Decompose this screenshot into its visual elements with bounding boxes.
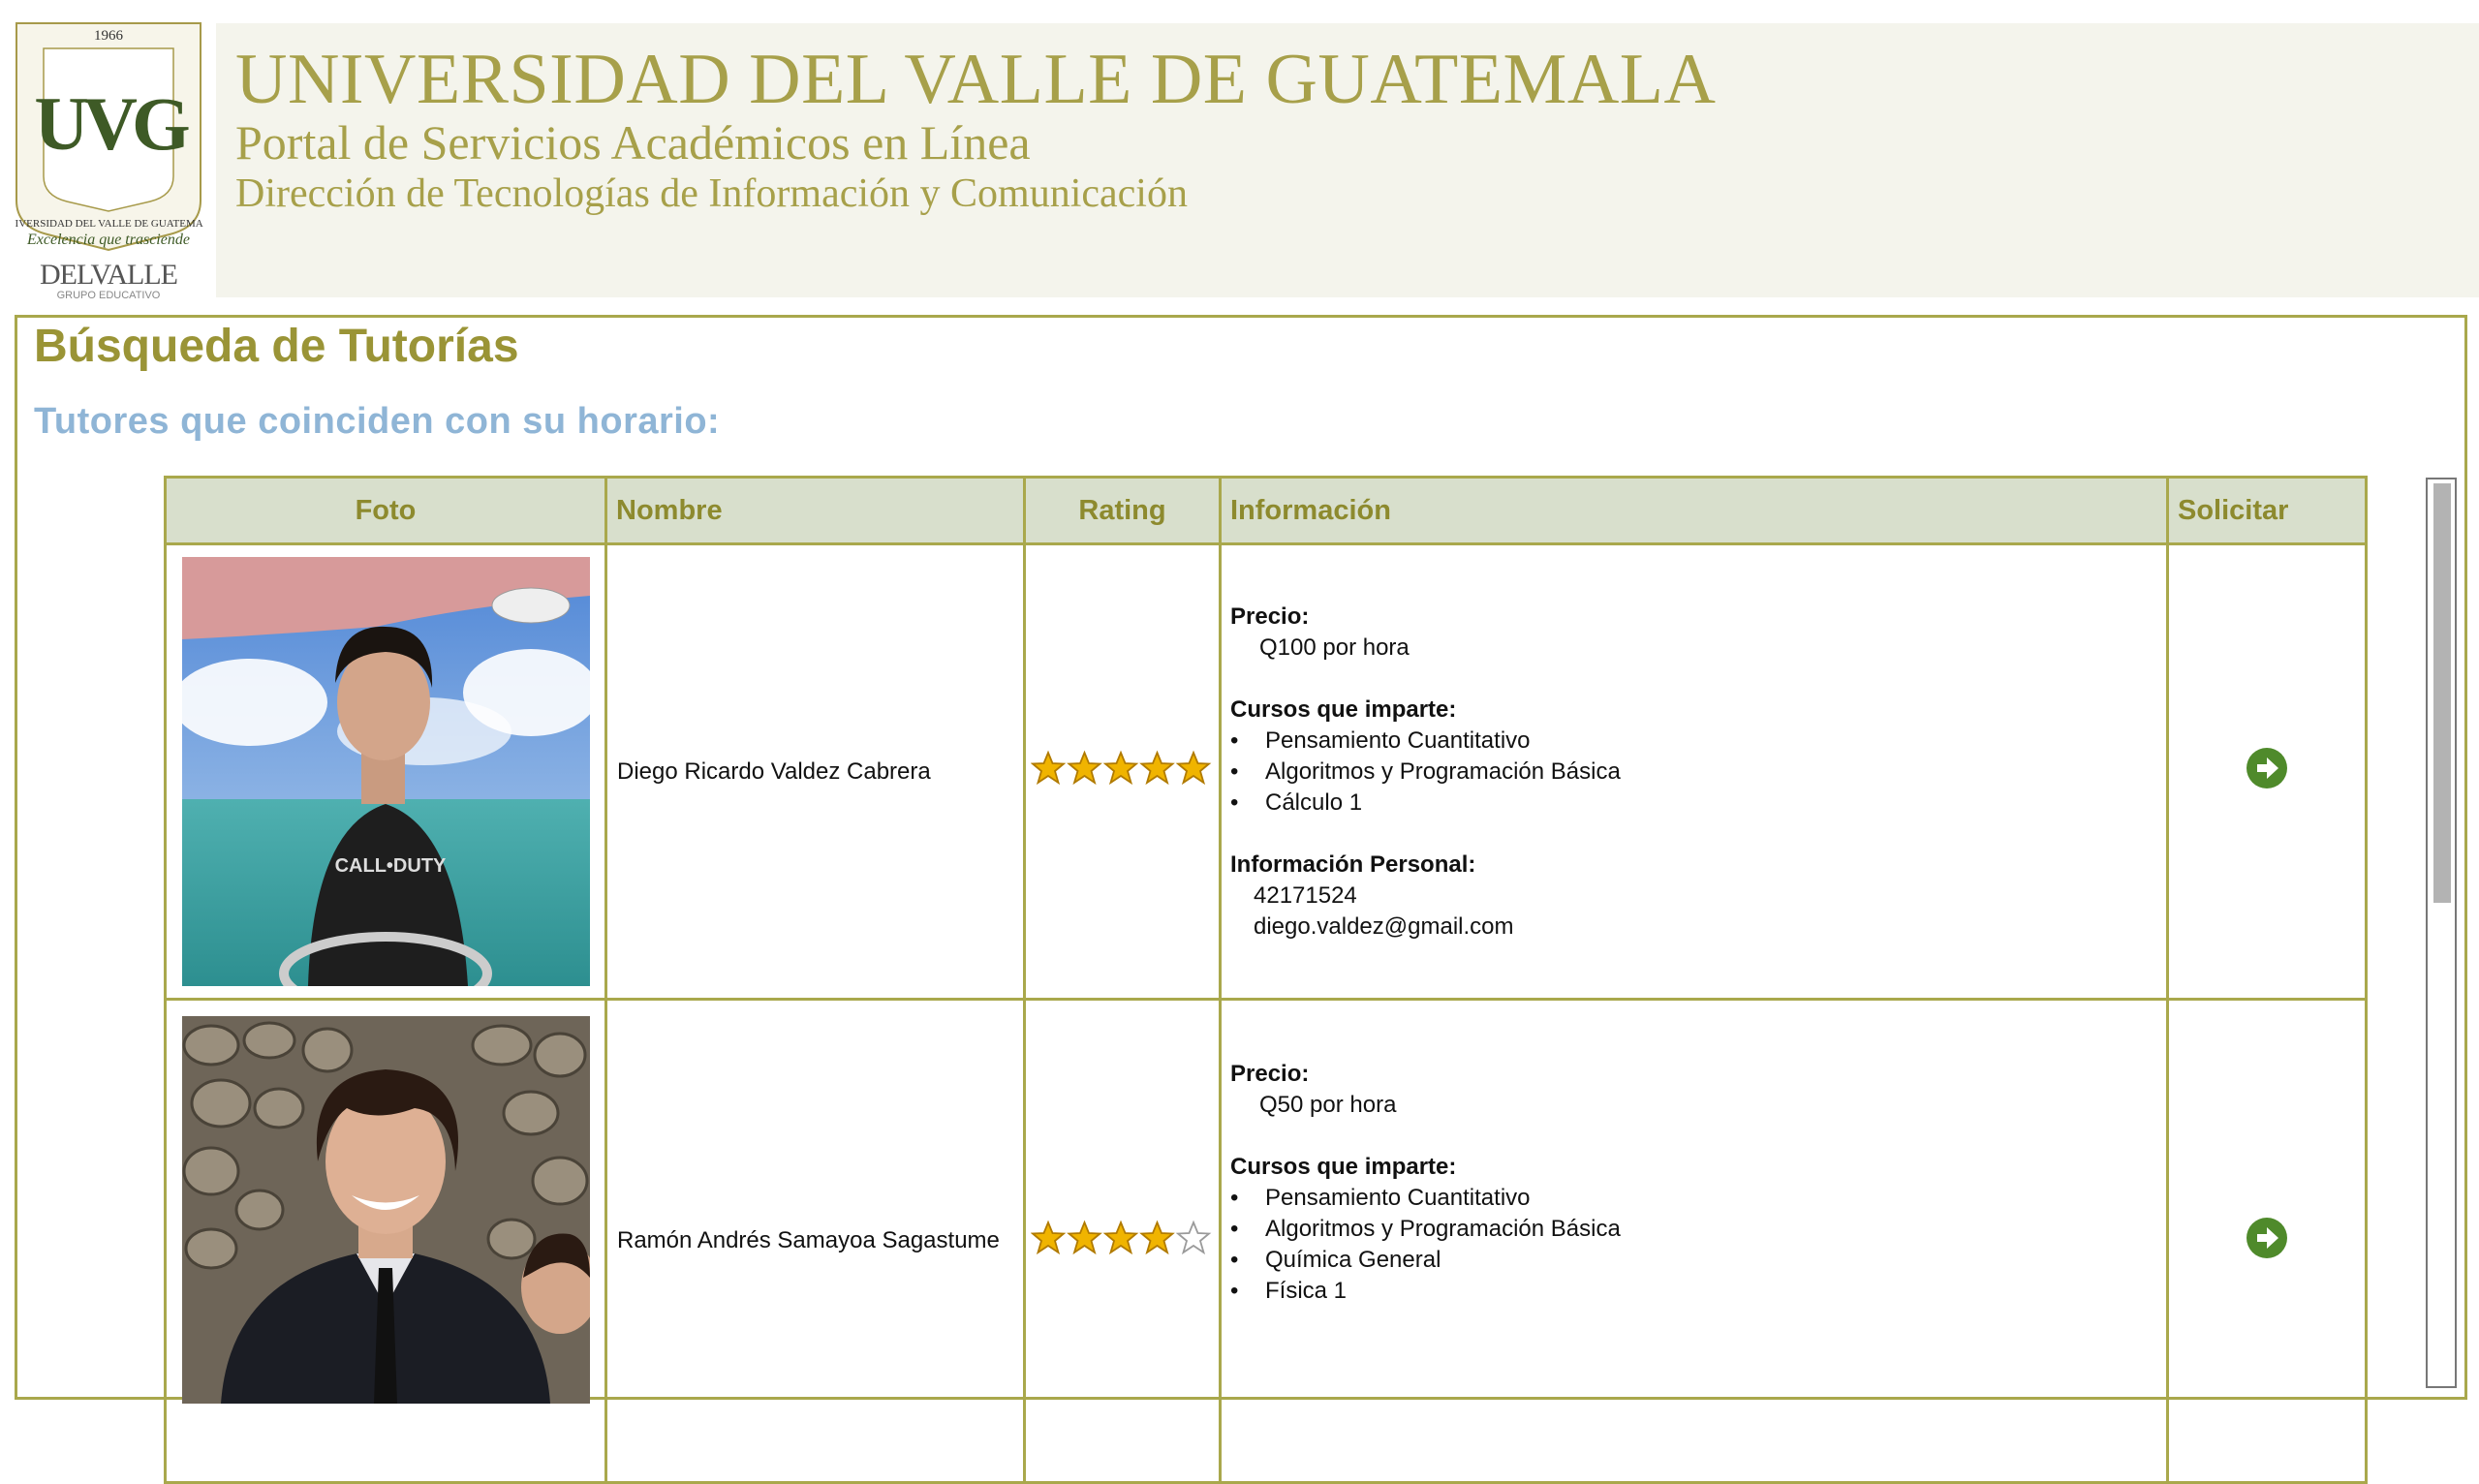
arrow-right-circle-icon (2257, 757, 2278, 779)
logo-monogram: UVG (34, 81, 189, 166)
course-item: Química General (1230, 1245, 2166, 1276)
info-cell: Precio: Q100 por hora Cursos que imparte… (1219, 542, 2169, 1001)
logo-group-sub: GRUPO EDUCATIVO (57, 290, 161, 301)
tutor-table: Foto Nombre Rating Información Solicitar (164, 476, 2368, 1484)
photo-cell: CALL•DUTY (164, 542, 607, 1001)
uvg-logo: 1966 UVG UNIVERSIDAD DEL VALLE DE GUATEM… (0, 21, 217, 302)
price-label: Precio: (1230, 1061, 1310, 1087)
price-value: Q100 por hora (1259, 634, 1410, 661)
scrollbar-thumb[interactable] (2433, 483, 2451, 903)
star-rating (1026, 749, 1219, 794)
logo-ring-text: UNIVERSIDAD DEL VALLE DE GUATEMALA (15, 218, 203, 230)
logo-year: 1966 (94, 28, 124, 44)
results-heading: Tutores que coinciden con su horario: (34, 401, 721, 442)
price-value: Q50 por hora (1259, 1092, 1397, 1118)
star-empty-icon (1175, 1220, 1211, 1254)
course-item: Cálculo 1 (1230, 788, 2166, 819)
course-list: Pensamiento Cuantitativo Algoritmos y Pr… (1230, 726, 2166, 819)
table-row: CALL•DUTY Diego Ricardo Valdez Cabrera P… (164, 542, 2368, 1001)
star-rating (1026, 1219, 1219, 1264)
star-filled-icon (1175, 750, 1211, 786)
column-header-info: Información (1219, 476, 2169, 545)
course-list: Pensamiento Cuantitativo Algoritmos y Pr… (1230, 1183, 2166, 1307)
course-item: Pensamiento Cuantitativo (1230, 726, 2166, 757)
logo-group-name: DELVALLE (40, 259, 177, 291)
star-filled-icon (1102, 750, 1138, 786)
photo-cell (164, 998, 607, 1484)
request-cell (2166, 998, 2368, 1484)
request-tutor-button[interactable] (2247, 1217, 2287, 1258)
star-filled-icon (1066, 1220, 1102, 1254)
star-rating-icons (1030, 1220, 1211, 1254)
university-title: UNIVERSIDAD DEL VALLE DE GUATEMALA (235, 40, 1717, 119)
department-subtitle: Dirección de Tecnologías de Información … (235, 171, 1188, 216)
star-filled-icon (1138, 1220, 1175, 1254)
column-header-request: Solicitar (2166, 476, 2368, 545)
courses-label: Cursos que imparte: (1230, 1154, 1457, 1180)
arrow-right-circle-icon (2257, 1226, 2278, 1249)
course-item: Pensamiento Cuantitativo (1230, 1183, 2166, 1214)
request-tutor-button[interactable] (2247, 748, 2287, 788)
table-scrollbar[interactable] (2426, 478, 2457, 1388)
logo-motto: Excelencia que trasciende (26, 232, 190, 248)
tutor-photo (182, 1016, 590, 1404)
courses-label: Cursos que imparte: (1230, 696, 1457, 723)
portal-subtitle: Portal de Servicios Académicos en Línea (235, 115, 1031, 170)
column-header-name: Nombre (604, 476, 1026, 545)
course-item: Física 1 (1230, 1276, 2166, 1307)
request-cell (2166, 542, 2368, 1001)
star-filled-icon (1030, 1220, 1066, 1254)
column-header-rating: Rating (1023, 476, 1222, 545)
star-filled-icon (1030, 750, 1066, 786)
course-item: Algoritmos y Programación Básica (1230, 757, 2166, 788)
table-header-row: Foto Nombre Rating Información Solicitar (164, 476, 2368, 545)
page-title: Búsqueda de Tutorías (34, 321, 519, 372)
price-label: Precio: (1230, 603, 1310, 630)
info-cell: Precio: Q50 por hora Cursos que imparte:… (1219, 998, 2169, 1484)
personal-info-label: Información Personal: (1230, 850, 1476, 878)
star-filled-icon (1066, 750, 1102, 786)
tutor-name: Diego Ricardo Valdez Cabrera (604, 542, 1026, 1001)
table-row: Ramón Andrés Samayoa Sagastume Precio: Q… (164, 998, 2368, 1484)
shirt-text: CALL•DUTY (335, 855, 447, 877)
rating-cell (1023, 998, 1222, 1484)
email-value: diego.valdez@gmail.com (1254, 912, 1514, 940)
star-rating-icons (1030, 750, 1211, 786)
tutor-photo: CALL•DUTY (182, 557, 590, 986)
course-item: Algoritmos y Programación Básica (1230, 1214, 2166, 1245)
star-filled-icon (1138, 750, 1175, 786)
tutor-name: Ramón Andrés Samayoa Sagastume (604, 998, 1026, 1484)
star-filled-icon (1102, 1220, 1138, 1254)
column-header-photo: Foto (164, 476, 607, 545)
phone-value: 42171524 (1254, 881, 1357, 909)
rating-cell (1023, 542, 1222, 1001)
